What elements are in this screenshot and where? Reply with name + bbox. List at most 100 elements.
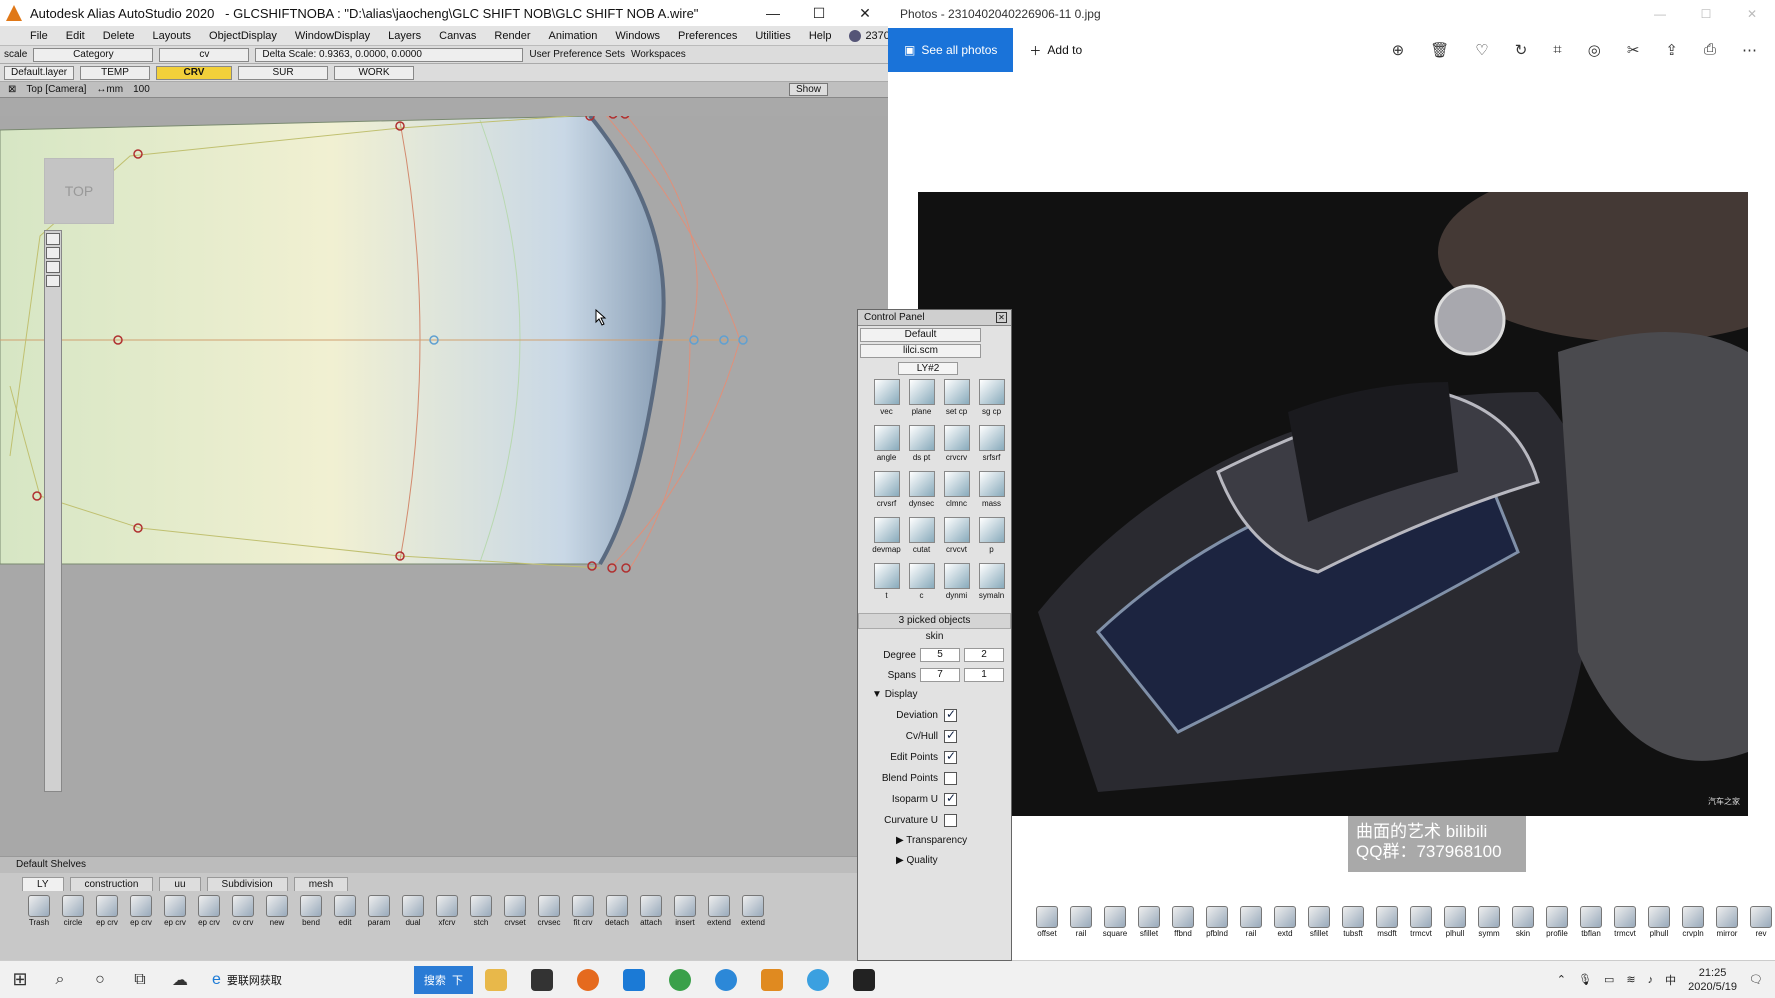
cp-tool[interactable]: plane [905, 379, 938, 423]
shelf-tool[interactable]: edit [330, 895, 360, 927]
shelf-tool[interactable]: circle [58, 895, 88, 927]
ie-icon[interactable] [795, 961, 841, 998]
cp-tool[interactable]: dynmi [940, 563, 973, 607]
edge-app-icon[interactable] [703, 961, 749, 998]
menu-preferences[interactable]: Preferences [678, 30, 737, 42]
shelf-tool[interactable]: dual [398, 895, 428, 927]
cp-tool[interactable]: angle [870, 425, 903, 469]
shelf-tool[interactable]: tbflan [1576, 906, 1606, 938]
cv-field[interactable]: cv [159, 47, 250, 62]
menu-utilities[interactable]: Utilities [755, 30, 790, 42]
tool-button[interactable] [46, 275, 60, 287]
surface-canvas[interactable] [0, 116, 888, 856]
zoom-icon[interactable]: ⊕ [1392, 41, 1405, 59]
spans-v-field[interactable]: 1 [964, 668, 1004, 682]
shelf-tool[interactable]: plhull [1644, 906, 1674, 938]
checkbox[interactable] [944, 791, 957, 806]
shelf-tool[interactable]: tubsft [1338, 906, 1368, 938]
menu-objectdisplay[interactable]: ObjectDisplay [209, 30, 277, 42]
cp-tool[interactable]: c [905, 563, 938, 607]
cp-tool[interactable]: t [870, 563, 903, 607]
shelf-tool[interactable]: mirror [1712, 906, 1742, 938]
shelf-tool[interactable]: fit crv [568, 895, 598, 927]
picked-objects[interactable]: 3 picked objects [858, 613, 1011, 629]
layer-work[interactable]: WORK [334, 65, 414, 80]
display-section[interactable]: ▼ Display [858, 685, 1011, 705]
shelf-tool[interactable]: extend [704, 895, 734, 927]
crop-icon[interactable]: ⌗ [1553, 41, 1561, 59]
widget-icon[interactable]: ☁ [160, 970, 200, 990]
app-green-icon[interactable] [657, 961, 703, 998]
ime-icon[interactable]: 中 [1665, 972, 1676, 988]
shelf-tool[interactable]: skin [1508, 906, 1538, 938]
menu-layers[interactable]: Layers [388, 30, 421, 42]
shelf-tab[interactable]: LY [22, 877, 64, 891]
store-icon[interactable] [519, 961, 565, 998]
shelf-tool[interactable]: plhull [1440, 906, 1470, 938]
cp-tool[interactable]: crvcvt [940, 517, 973, 561]
checkbox[interactable] [944, 772, 957, 785]
shelf-tool[interactable]: ffbnd [1168, 906, 1198, 938]
network-icon[interactable]: ≋ [1626, 973, 1635, 986]
enhance-icon[interactable]: ◎ [1588, 41, 1601, 59]
transparency-section[interactable]: ▶ Transparency [858, 831, 1011, 851]
shelf-tool[interactable]: crvpln [1678, 906, 1708, 938]
menu-layouts[interactable]: Layouts [153, 30, 192, 42]
shelf-tool[interactable]: extd [1270, 906, 1300, 938]
shelf-tool[interactable]: new [262, 895, 292, 927]
chevron-up-icon[interactable]: ⌃ [1557, 973, 1566, 986]
shelf-tool[interactable]: xfcrv [432, 895, 462, 927]
show-button[interactable]: Show [788, 83, 828, 96]
modeling-viewport[interactable]: TOP [0, 116, 888, 856]
cp-tool[interactable]: set cp [940, 379, 973, 423]
delete-icon[interactable]: 🗑 [1430, 41, 1449, 59]
close-icon[interactable]: ✕ [842, 0, 888, 26]
shelf-tool[interactable]: param [364, 895, 394, 927]
add-to-button[interactable]: ＋ Add to [1029, 42, 1082, 59]
shelf-tab[interactable]: Subdivision [206, 877, 288, 891]
cp-tool[interactable]: vec [870, 379, 903, 423]
photos-app-icon[interactable] [841, 961, 887, 998]
category-dropdown[interactable]: Category [33, 47, 154, 62]
shelf-tool[interactable]: offset [1032, 906, 1062, 938]
menu-windowdisplay[interactable]: WindowDisplay [295, 30, 370, 42]
print-icon[interactable]: ⎙ [1704, 41, 1716, 59]
shelf-tool[interactable]: square [1100, 906, 1130, 938]
favorite-icon[interactable]: ♡ [1475, 41, 1488, 59]
layer-default[interactable]: Default.layer [4, 65, 74, 80]
battery-icon[interactable]: ▭ [1604, 973, 1614, 986]
user-account[interactable]: 237067757 [849, 29, 888, 42]
shelf-tab[interactable]: mesh [293, 877, 349, 891]
notifications-icon[interactable]: 🗨 [1749, 973, 1763, 986]
cp-tool[interactable]: clmnc [940, 471, 973, 515]
cortana-icon[interactable]: ○ [80, 971, 120, 989]
menu-animation[interactable]: Animation [549, 30, 598, 42]
shelf-tool[interactable]: profile [1542, 906, 1572, 938]
shelf-tool[interactable]: symm [1474, 906, 1504, 938]
shelf-tool[interactable]: rail [1066, 906, 1096, 938]
delta-scale-field[interactable]: Delta Scale: 0.9363, 0.0000, 0.0000 [255, 47, 524, 62]
mail-icon[interactable] [611, 961, 657, 998]
cp-tab-ly2[interactable]: LY#2 [898, 362, 958, 375]
shelf-tab[interactable]: construction [69, 877, 154, 891]
shelf-tool[interactable]: attach [636, 895, 666, 927]
cp-tool[interactable]: devmap [870, 517, 903, 561]
shelf-tool[interactable]: insert [670, 895, 700, 927]
tool-button[interactable] [46, 233, 60, 245]
shelf-tool[interactable]: trmcvt [1406, 906, 1436, 938]
layer-temp[interactable]: TEMP [80, 65, 150, 80]
shelf-tool[interactable]: sfillet [1134, 906, 1164, 938]
tool-button[interactable] [46, 261, 60, 273]
menu-render[interactable]: Render [494, 30, 530, 42]
minimize-icon[interactable]: — [750, 0, 796, 26]
shelf-tool[interactable]: detach [602, 895, 632, 927]
file-explorer-icon[interactable] [473, 961, 519, 998]
shelf-tool[interactable]: crvsec [534, 895, 564, 927]
workspaces-button[interactable]: Workspaces [631, 49, 686, 60]
see-all-photos-button[interactable]: ▣ See all photos [888, 28, 1014, 72]
quality-section[interactable]: ▶ Quality [858, 851, 1011, 871]
rotate-icon[interactable]: ↻ [1515, 41, 1528, 59]
shelf-file-field[interactable]: lilci.scm [860, 344, 981, 358]
cp-tool[interactable]: ds pt [905, 425, 938, 469]
menu-canvas[interactable]: Canvas [439, 30, 476, 42]
